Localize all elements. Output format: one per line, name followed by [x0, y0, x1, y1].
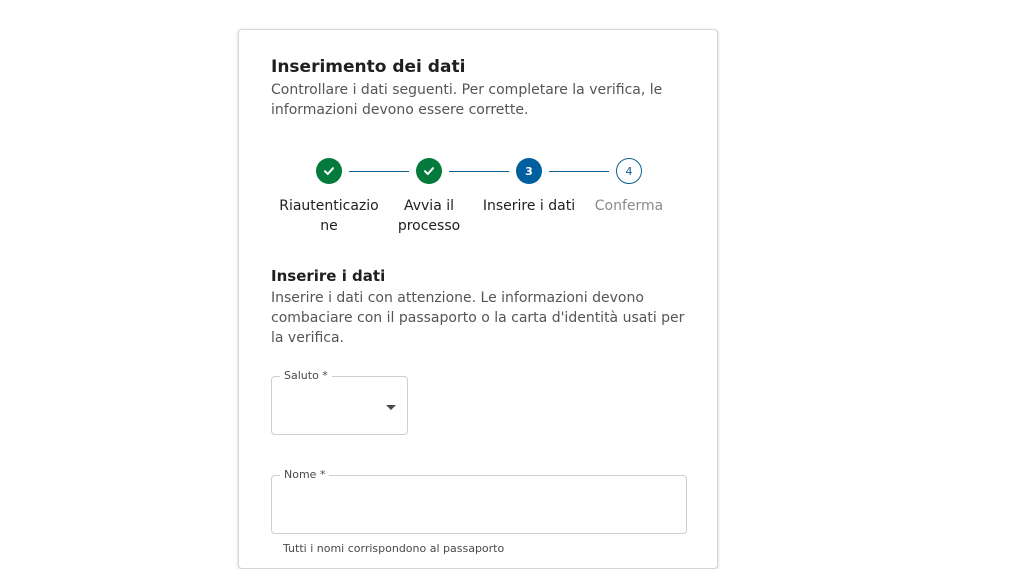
step-start-process: Avvia il processo [379, 158, 479, 236]
section-title: Inserire i dati [271, 267, 386, 285]
step-reauthentication: Riautenticazione [279, 158, 379, 236]
step-label: Riautenticazione [279, 198, 379, 234]
page-title: Inserimento dei dati [271, 57, 466, 77]
step-label: Avvia il processo [397, 198, 461, 234]
card-header: Inserimento dei dati Controllare i dati … [271, 56, 691, 120]
first-name-hint: Tutti i nomi corrispondono al passaporto [283, 542, 505, 555]
salutation-select[interactable]: Saluto * [271, 369, 408, 435]
first-name-label: Nome * [280, 468, 330, 482]
salutation-label: Saluto * [280, 369, 332, 383]
checkmark-icon [424, 167, 434, 175]
step-complete-icon [416, 158, 442, 184]
step-complete-icon [316, 158, 342, 184]
step-label: Inserire i dati [482, 198, 576, 214]
step-confirm: 4 Conferma [579, 158, 679, 216]
step-number-badge: 3 [516, 158, 542, 184]
checkmark-icon [324, 167, 334, 175]
chevron-down-icon[interactable] [386, 405, 396, 410]
step-label: Conferma [594, 198, 664, 214]
progress-stepper: Riautenticazione Avvia il processo 3 Ins… [266, 158, 686, 248]
section-description: Inserire i dati con attenzione. Le infor… [271, 290, 685, 346]
data-entry-section: Inserire i dati Inserire i dati con atte… [271, 266, 701, 348]
first-name-field[interactable]: Nome * [271, 468, 687, 534]
step-enter-data: 3 Inserire i dati [479, 158, 579, 216]
verification-card: Inserimento dei dati Controllare i dati … [238, 29, 718, 569]
step-number-badge: 4 [616, 158, 642, 184]
page-subtitle: Controllare i dati seguenti. Per complet… [271, 82, 663, 118]
first-name-input[interactable] [284, 494, 678, 520]
